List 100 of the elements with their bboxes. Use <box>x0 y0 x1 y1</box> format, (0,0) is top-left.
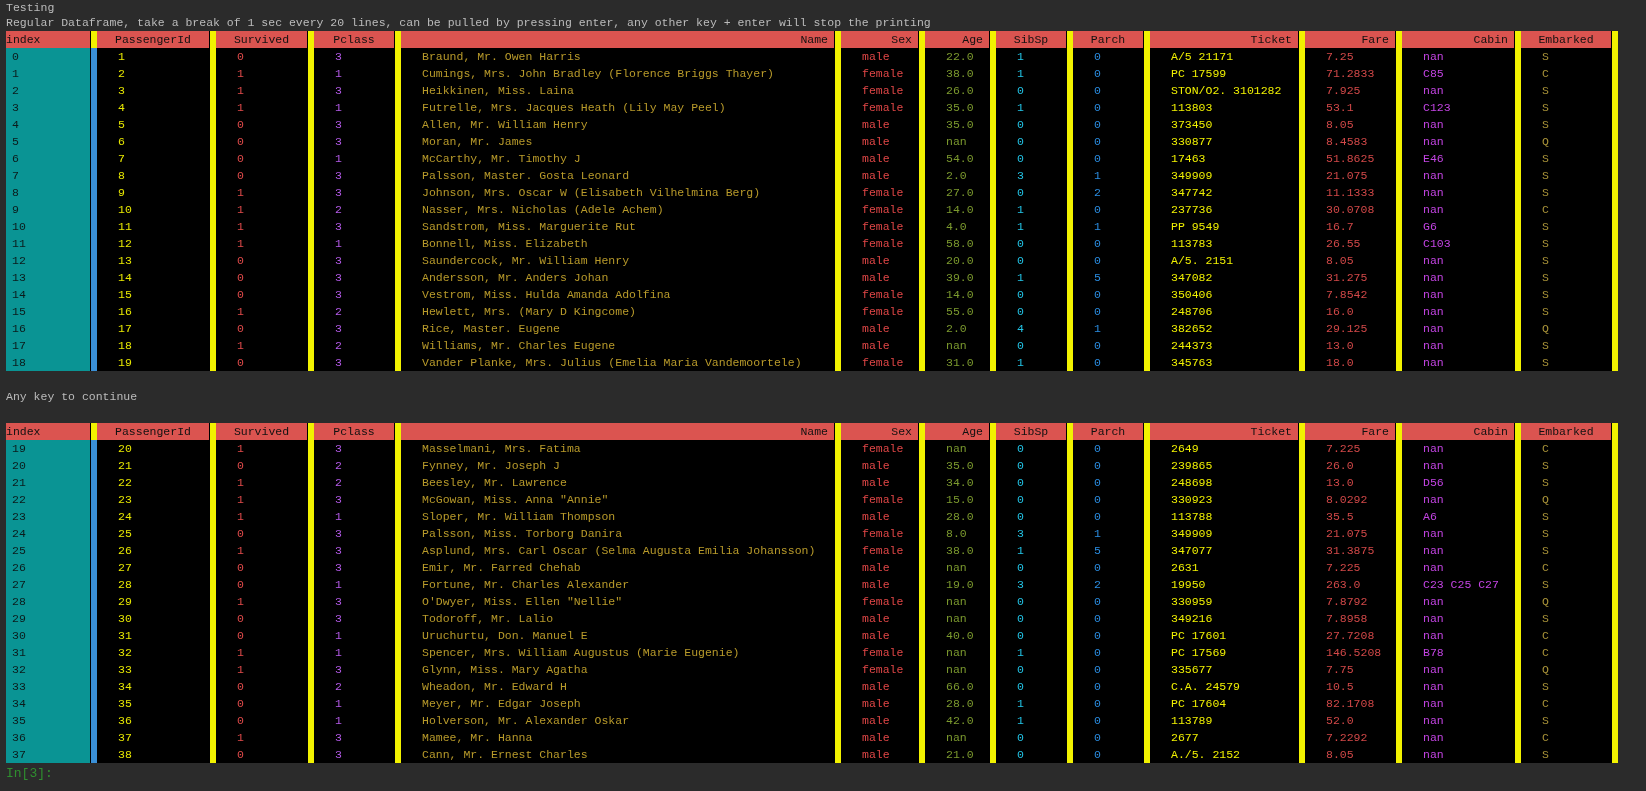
table-cell-text: Wheadon, Mr. Edward H <box>421 678 568 695</box>
row-index: 15 <box>6 303 90 320</box>
table-cell-text: 0 <box>236 457 245 474</box>
table-cell-text: 1 <box>236 644 245 661</box>
row-index: 33 <box>6 678 90 695</box>
table-cell-text: 21.0 <box>945 746 975 763</box>
table-cell-text: nan <box>1422 440 1445 457</box>
table-cell-text: S <box>1541 252 1550 269</box>
table-cell-text: Todoroff, Mr. Lalio <box>421 610 555 627</box>
output-line: Any key to continue <box>6 389 139 404</box>
table-cell-text: 26.0 <box>1325 457 1355 474</box>
table-cell-text: 0 <box>1093 116 1102 133</box>
table-cell-text: 0 <box>1016 133 1025 150</box>
table-cell-text: 8.0 <box>945 525 968 542</box>
column-header: index <box>6 31 90 48</box>
table-cell-text: Fynney, Mr. Joseph J <box>421 457 562 474</box>
table-cell-text: 239865 <box>1170 457 1214 474</box>
column-header: SibSp <box>996 423 1066 440</box>
table-cell-text: C <box>1541 201 1550 218</box>
column-header: Fare <box>1305 423 1395 440</box>
table-cell-text: nan <box>1422 269 1445 286</box>
table-cell-text: 0 <box>1016 303 1025 320</box>
table-cell-text: Uruchurtu, Don. Manuel E <box>421 627 589 644</box>
table-cell-text: 13.0 <box>1325 474 1355 491</box>
table-cell-text: C <box>1541 559 1550 576</box>
table-cell-text: 17463 <box>1170 150 1207 167</box>
table-cell-text: 0 <box>1093 610 1102 627</box>
table-cell-text: Futrelle, Mrs. Jacques Heath (Lily May Peel) <box>421 99 727 116</box>
table-cell-text: nan <box>945 729 968 746</box>
table-cell-text: C <box>1541 644 1550 661</box>
table-cell-text: Q <box>1541 661 1550 678</box>
table-cell-text: 21.075 <box>1325 525 1369 542</box>
table-cell-text: C123 <box>1422 99 1452 116</box>
table-cell-text: female <box>861 491 905 508</box>
table-cell-text: 1 <box>334 99 343 116</box>
table-cell-text: 0 <box>1093 627 1102 644</box>
table-cell-text: 2.0 <box>945 167 968 184</box>
table-cell-text: 35 <box>117 695 133 712</box>
table-cell-text: 0 <box>1093 729 1102 746</box>
table-cell-text: Hewlett, Mrs. (Mary D Kingcome) <box>421 303 637 320</box>
table-cell-text: 38.0 <box>945 65 975 82</box>
table-cell-text: 0 <box>1093 644 1102 661</box>
table-cell-text: 0 <box>1016 457 1025 474</box>
table-cell-text: 1 <box>1093 320 1102 337</box>
table-cell-text: female <box>861 303 905 320</box>
table-cell-text: Glynn, Miss. Mary Agatha <box>421 661 589 678</box>
table-cell-text: Sloper, Mr. William Thompson <box>421 508 617 525</box>
table-cell-text: Cumings, Mrs. John Bradley (Florence Briggs Thayer) <box>421 65 775 82</box>
table-cell-text: 0 <box>1093 48 1102 65</box>
table-cell-text: 0 <box>236 610 245 627</box>
table-cell-text: 38 <box>117 746 133 763</box>
table-cell-text: 1 <box>1016 644 1025 661</box>
table-cell-text: nan <box>1422 82 1445 99</box>
table-cell-text: 3 <box>334 116 343 133</box>
table-cell-text: nan <box>1422 337 1445 354</box>
table-cell-text: 18 <box>117 337 133 354</box>
table-cell-text: 7 <box>117 150 126 167</box>
table-cell-text: 2 <box>1093 184 1102 201</box>
table-cell-text: Asplund, Mrs. Carl Oscar (Selma Augusta Emilia Johansson) <box>421 542 817 559</box>
table-cell-text: 3 <box>334 729 343 746</box>
table-cell-text: Q <box>1541 320 1550 337</box>
table-cell-text: male <box>861 150 891 167</box>
row-index: 28 <box>6 593 90 610</box>
table-cell-text: nan <box>945 440 968 457</box>
table-cell-text: PC 17599 <box>1170 65 1228 82</box>
table-cell-text: 0 <box>1016 337 1025 354</box>
table-cell-text: 71.2833 <box>1325 65 1376 82</box>
table-cell-text: 1 <box>1016 99 1025 116</box>
table-cell-text: E46 <box>1422 150 1445 167</box>
table-cell-text: 9 <box>117 184 126 201</box>
table-cell-text: O'Dwyer, Miss. Ellen "Nellie" <box>421 593 624 610</box>
table-cell-text: 13.0 <box>1325 337 1355 354</box>
row-index: 27 <box>6 576 90 593</box>
table-cell-text: male <box>861 678 891 695</box>
row-index: 1 <box>6 65 90 82</box>
table-cell-text: 1 <box>1016 218 1025 235</box>
table-cell-text: nan <box>1422 712 1445 729</box>
column-header: Survived <box>216 31 307 48</box>
row-index: 32 <box>6 661 90 678</box>
table-cell-text: female <box>861 354 905 371</box>
table-cell-text: male <box>861 746 891 763</box>
table-cell-text: 0 <box>1016 286 1025 303</box>
table-cell-text: male <box>861 133 891 150</box>
column-separator <box>90 423 97 440</box>
table-cell-text: female <box>861 593 905 610</box>
table-cell-text: 0 <box>236 695 245 712</box>
table-cell-text: 25 <box>117 525 133 542</box>
table-cell-text: S <box>1541 610 1550 627</box>
table-cell-text: 3 <box>117 82 126 99</box>
column-header: Pclass <box>314 423 394 440</box>
table-cell-text: 0 <box>1093 712 1102 729</box>
table-cell-text: 0 <box>1093 201 1102 218</box>
table-cell-text: 30 <box>117 610 133 627</box>
table-cell-text: 0 <box>236 576 245 593</box>
table-cell-text: Johnson, Mrs. Oscar W (Elisabeth Vilhelmina Berg) <box>421 184 762 201</box>
table-cell-text: C <box>1541 729 1550 746</box>
table-cell-text: 31 <box>117 627 133 644</box>
table-cell-text: 350406 <box>1170 286 1214 303</box>
table-cell-text: D56 <box>1422 474 1445 491</box>
table-cell-text: 5 <box>1093 269 1102 286</box>
